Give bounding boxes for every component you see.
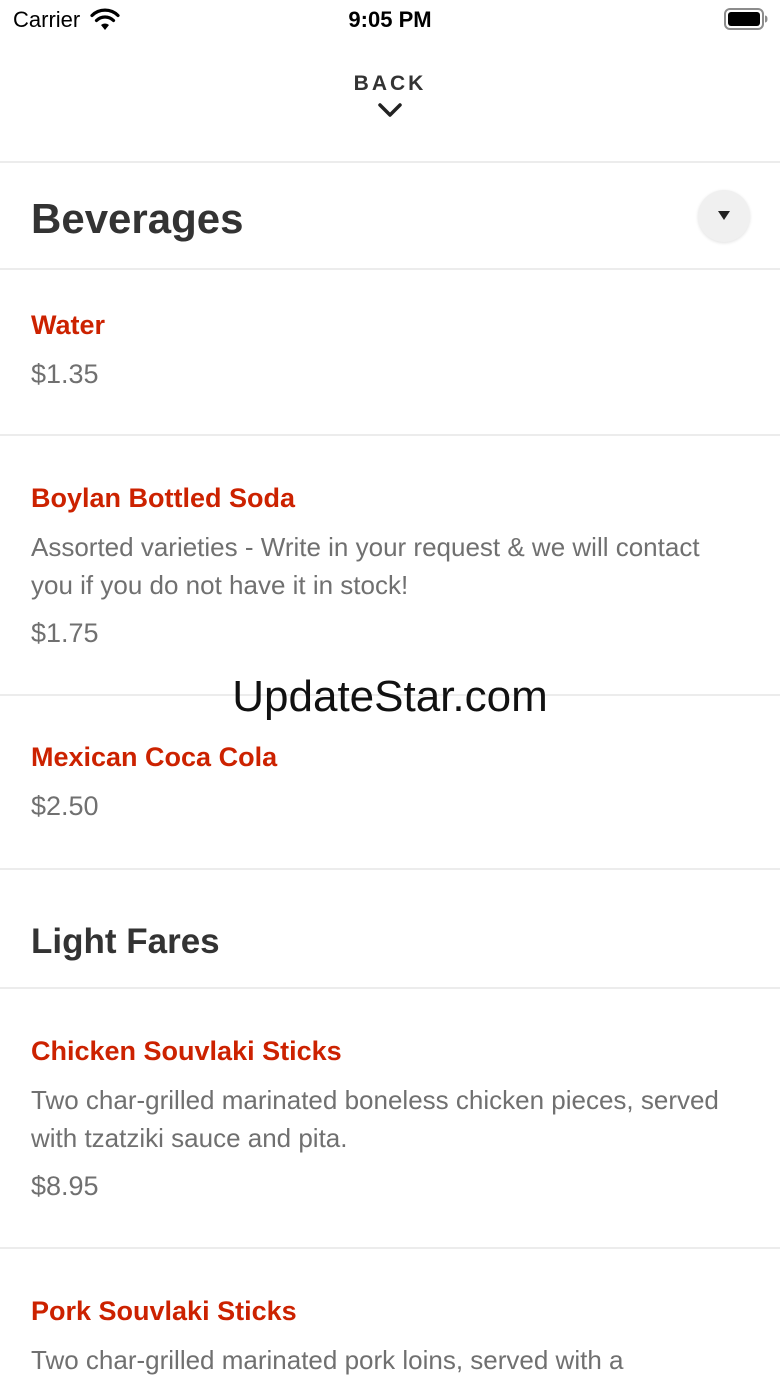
status-bar: Carrier 9:05 PM bbox=[0, 0, 780, 40]
dropdown-triangle-icon bbox=[718, 211, 730, 220]
item-name: Mexican Coca Cola bbox=[31, 742, 278, 772]
item-description: Two char-grilled marinated pork loins, s… bbox=[31, 1345, 624, 1375]
section-header-light-fares: Light Fares bbox=[0, 868, 780, 989]
menu-item-water[interactable]: Water $1.35 bbox=[0, 270, 780, 436]
menu-item-boylan-bottled-soda[interactable]: Boylan Bottled Soda Assorted varieties -… bbox=[0, 436, 780, 696]
section-collapse-button[interactable] bbox=[698, 190, 750, 242]
item-price: $8.95 bbox=[31, 1171, 99, 1201]
back-button[interactable]: BACK bbox=[290, 72, 490, 152]
item-name: Water bbox=[31, 310, 106, 340]
item-price: $2.50 bbox=[31, 791, 99, 821]
item-price: $1.75 bbox=[31, 618, 99, 648]
section-title: Light Fares bbox=[31, 922, 220, 961]
section-header-beverages: Beverages bbox=[0, 164, 780, 270]
watermark: UpdateStar.com bbox=[232, 672, 548, 721]
item-price: $1.35 bbox=[31, 359, 99, 389]
item-name: Pork Souvlaki Sticks bbox=[31, 1296, 297, 1326]
back-label: BACK bbox=[353, 72, 427, 95]
section-title: Beverages bbox=[31, 195, 244, 242]
item-name: Chicken Souvlaki Sticks bbox=[31, 1036, 342, 1066]
chevron-down-icon bbox=[378, 103, 402, 117]
item-description: Two char-grilled marinated boneless chic… bbox=[31, 1085, 719, 1153]
menu-item-chicken-souvlaki-sticks[interactable]: Chicken Souvlaki Sticks Two char-grilled… bbox=[0, 989, 780, 1249]
back-header: BACK bbox=[0, 60, 780, 163]
menu-item-pork-souvlaki-sticks[interactable]: Pork Souvlaki Sticks Two char-grilled ma… bbox=[0, 1249, 780, 1387]
clock: 9:05 PM bbox=[348, 7, 432, 32]
battery-icon bbox=[724, 8, 768, 30]
item-name: Boylan Bottled Soda bbox=[31, 483, 296, 513]
menu-screen: Carrier 9:05 PM BACK Beverages Water $1.… bbox=[0, 0, 780, 1387]
item-description: Assorted varieties - Write in your reque… bbox=[31, 532, 700, 600]
